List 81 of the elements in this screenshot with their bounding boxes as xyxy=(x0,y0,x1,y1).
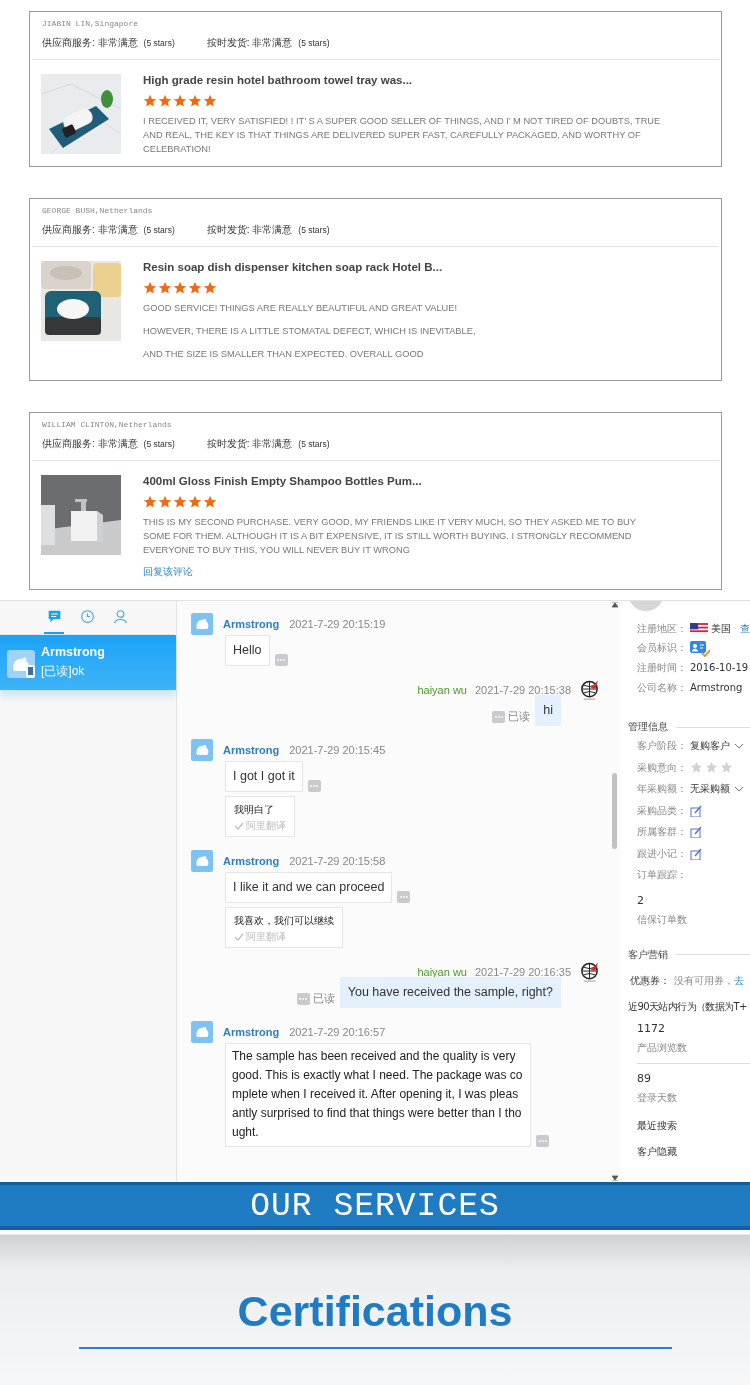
contact-name: Armstrong xyxy=(41,645,105,659)
section-heading: Certifications xyxy=(237,1287,513,1336)
message-time: 2021-7-29 20:15:45 xyxy=(289,744,386,756)
review-text: AND THE SIZE IS SMALLER THAN EXPECTED. OVERALL GOOD xyxy=(143,348,425,361)
rating-note: (5 stars) xyxy=(143,439,175,449)
field-label: 订单跟踪： xyxy=(637,868,687,883)
stat-value: 1172 xyxy=(637,1022,666,1036)
reviewer-name: GEORGE BUSH,Netherlands xyxy=(42,205,153,215)
product-title: 400ml Gloss Finish Empty Shampoo Bottles Pum... xyxy=(143,475,423,487)
message-time: 2021-7-29 20:15:19 xyxy=(289,618,386,630)
message-time: 2021-7-29 20:16:57 xyxy=(289,1026,386,1038)
reply-link[interactable]: 回复该评论 xyxy=(143,565,663,579)
rating-note: (5 stars) xyxy=(298,439,330,449)
message-bubble: hi xyxy=(535,695,561,726)
sender-name: Armstrong xyxy=(223,618,280,630)
message-preview: [已读]ok xyxy=(41,663,86,680)
field-label: 采购意向： xyxy=(637,760,687,775)
message-time: 2021-7-29 20:16:35 xyxy=(474,966,571,978)
field-value: Armstrong xyxy=(690,682,743,694)
field-label: 注册地区： xyxy=(637,621,687,636)
rating-note: (5 stars) xyxy=(298,225,330,235)
sender-name: Armstrong xyxy=(223,1026,280,1038)
rating-label: 按时发货: 非常满意 xyxy=(206,438,293,449)
review-text: GOOD SERVICE! THINGS ARE REALLY BEAUTIFUL AND GREAT VALUE! xyxy=(143,302,459,315)
read-status: 已读 xyxy=(508,710,531,724)
section-title: 近90天站内行为（数据为T+ xyxy=(628,1000,747,1015)
stat-label: 登录天数 xyxy=(637,1091,678,1106)
field-value: 2016-10-19 xyxy=(690,662,749,674)
field-label: 优惠券： xyxy=(630,973,670,988)
dropdown[interactable]: 无采购额 xyxy=(690,782,744,797)
rating-note: (5 stars) xyxy=(143,38,175,48)
field-label: 公司名称： xyxy=(637,680,687,695)
field-value: 没有可用券， xyxy=(674,973,734,988)
reviewer-name: WILLIAM CLINTON,Netherlands xyxy=(42,419,172,429)
rating-note: (5 stars) xyxy=(298,38,330,48)
review-text: HOWEVER, THERE IS A LITTLE STOMATAL DEFECT, WHICH IS INEVITABLE, xyxy=(143,325,476,338)
section-title: 管理信息 xyxy=(628,719,750,736)
rating-note: (5 stars) xyxy=(143,225,175,235)
stat-label: 产品浏览数 xyxy=(637,1041,688,1056)
section-banner: OUR SERVICES xyxy=(0,1182,750,1230)
read-status: 已读 xyxy=(312,992,335,1006)
section-title: 客户营销 xyxy=(628,946,750,963)
field-label: 采购品类： xyxy=(637,803,687,818)
field-label: 客户阶段： xyxy=(637,739,687,754)
review-text: THIS IS MY SECOND PURCHASE. VERY GOOD, MY FRIENDS LIKE IT VERY MUCH, SO THEY ASKED ME TO BUY SOME FOR THEM. ALTHOUGH IT IS A BIT EXPENSIVE, IT IS STILL WORTH BUYING. I STRONGLY RECOMMEND EVERYONE TO BUY THIS, YOU WILL NEVER BUY IT WRONG xyxy=(143,516,637,557)
coupon-link[interactable]: 去 xyxy=(734,973,744,988)
field-value: 美国 xyxy=(711,621,731,636)
message-bubble: Hello xyxy=(225,635,270,666)
field-label: 所属客群： xyxy=(637,825,687,840)
panel-link[interactable]: 客户隐藏 xyxy=(628,1145,750,1160)
sender-name: haiyan wu xyxy=(417,684,467,696)
message-bubble: The sample has been received and the quality is very good. This is exactly what I need. The package was complete when I received it. After opening it, I was pleasantly surprised to find that things were better than I thought. xyxy=(225,1043,531,1147)
message-bubble: I like it and we can proceed xyxy=(225,872,393,903)
sender-name: haiyan wu xyxy=(417,966,467,978)
translation-text: 我明白了 xyxy=(234,804,274,815)
stat-label: 信保订单数 xyxy=(637,912,688,927)
message-bubble: You have received the sample, right? xyxy=(339,977,561,1008)
dropdown[interactable]: 复购客户 xyxy=(690,739,744,754)
message-time: 2021-7-29 20:15:38 xyxy=(474,684,571,696)
rating-label: 供应商服务: 非常满意 xyxy=(42,37,138,48)
rating-label: 供应商服务: 非常满意 xyxy=(42,438,138,449)
rating-label: 按时发货: 非常满意 xyxy=(206,37,293,48)
field-label: 跟进小记： xyxy=(637,846,687,861)
message-bubble: I got I got it xyxy=(225,761,303,792)
stat-value: 2 xyxy=(637,893,645,907)
sender-name: Armstrong xyxy=(223,744,280,756)
product-title: Resin soap dish dispenser kitchen soap rack Hotel B... xyxy=(143,261,444,273)
reviewer-name: JIABIN LIN,Singapore xyxy=(42,18,138,28)
sender-name: Armstrong xyxy=(223,855,280,867)
stat-value: 89 xyxy=(637,1072,652,1086)
field-label: 年采购额： xyxy=(637,782,687,797)
message-time: 2021-7-29 20:15:58 xyxy=(289,855,386,867)
panel-link[interactable]: 最近搜索 xyxy=(628,1119,750,1134)
translation-text: 我喜欢，我们可以继续 xyxy=(234,915,334,926)
field-label: 注册时间： xyxy=(637,661,687,675)
product-title: High grade resin hotel bathroom towel tray was... xyxy=(143,74,414,86)
view-link[interactable]: 查 xyxy=(740,621,750,636)
review-text: I RECEIVED IT, VERY SATISFIED! ! IT’ S A SUPER GOOD SELLER OF THINGS, AND I’ M NOT TIRED OF DOUBTS, TRUE AND REAL, THE KEY IS THAT THINGS ARE DELIVERED SUPER FAST, CAREFULLY PACKAGED, AND WORTHY OF CELEBRATION! xyxy=(143,115,662,156)
rating-label: 按时发货: 非常满意 xyxy=(206,224,293,235)
field-label: 会员标识： xyxy=(637,641,687,656)
rating-label: 供应商服务: 非常满意 xyxy=(42,224,138,235)
